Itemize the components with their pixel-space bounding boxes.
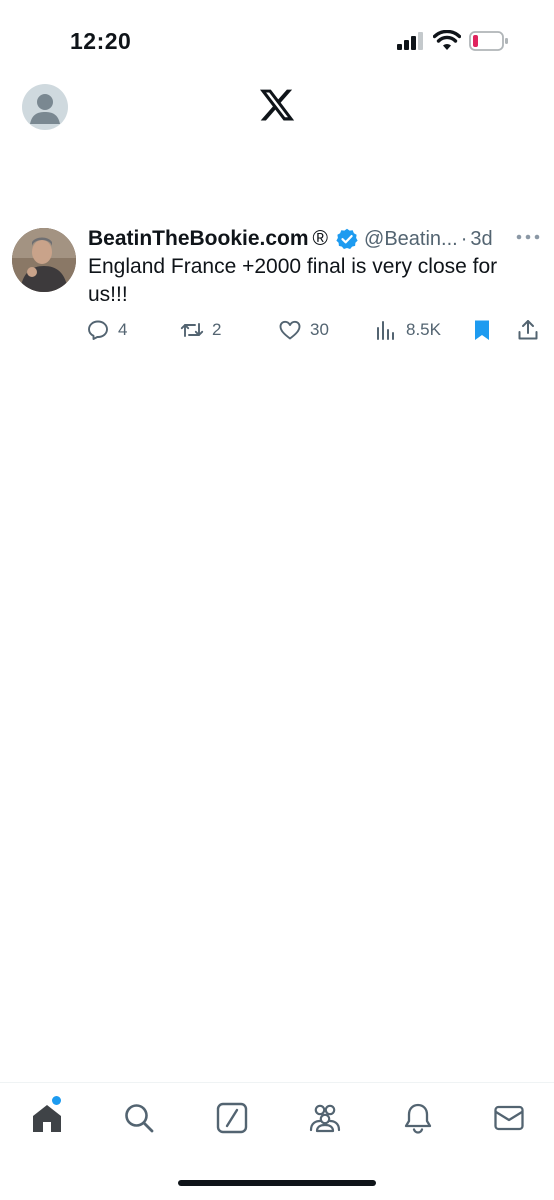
nav-notifications[interactable] [401, 1101, 435, 1135]
retweet-icon [180, 323, 204, 337]
share-icon [518, 320, 538, 340]
reply-icon [88, 320, 108, 340]
nav-communities[interactable] [308, 1101, 342, 1135]
search-icon [125, 1104, 154, 1133]
x-logo-icon [259, 89, 295, 121]
nav-home[interactable] [30, 1096, 64, 1135]
more-options-icon[interactable] [515, 228, 541, 246]
reply-button[interactable]: 4 [86, 316, 127, 344]
heart-icon [279, 320, 301, 340]
communities-icon [309, 1104, 341, 1133]
home-indicator[interactable] [178, 1180, 376, 1186]
tweet-text: England France +2000 final is very close… [88, 255, 498, 306]
profile-avatar-button[interactable] [22, 84, 68, 130]
bookmark-button[interactable] [470, 316, 494, 344]
author-photo [12, 228, 76, 292]
views-button[interactable]: 8.5K [374, 316, 441, 344]
wifi-icon [433, 30, 461, 50]
top-header [0, 80, 554, 140]
retweet-count: 2 [212, 320, 222, 339]
home-icon [33, 1105, 61, 1132]
views-count: 8.5K [406, 320, 441, 339]
tweet[interactable]: BeatinTheBookie.com ® @Beatin... · 3d En… [0, 220, 554, 360]
bell-icon [404, 1103, 432, 1134]
bookmark-filled-icon [475, 320, 489, 340]
tweet-timestamp[interactable]: 3d [470, 228, 492, 251]
nav-messages[interactable] [492, 1101, 526, 1135]
grok-icon [216, 1102, 248, 1134]
like-button[interactable]: 30 [278, 316, 329, 344]
author-handle[interactable]: @Beatin... [364, 228, 458, 251]
cellular-signal-icon [397, 32, 423, 50]
tweet-header: BeatinTheBookie.com ® @Beatin... · 3d [88, 224, 548, 254]
battery-icon [469, 31, 508, 51]
mail-icon [494, 1105, 524, 1131]
share-button[interactable] [516, 316, 540, 344]
nav-search[interactable] [122, 1101, 156, 1135]
home-new-content-dot [52, 1096, 61, 1105]
like-count: 30 [310, 320, 329, 339]
default-avatar-icon [30, 94, 60, 124]
status-bar: 12:20 [0, 0, 554, 80]
nav-grok[interactable] [215, 1101, 249, 1135]
tweet-author-avatar[interactable] [12, 228, 76, 292]
views-chart-icon [377, 321, 394, 340]
tweet-actions: 4 2 30 8.5K [86, 316, 546, 344]
verified-badge-icon [336, 228, 358, 249]
header-separator: · [460, 227, 468, 250]
author-display-name[interactable]: BeatinTheBookie.com [88, 227, 309, 251]
status-time: 12:20 [70, 28, 132, 54]
registered-mark: ® [312, 227, 329, 250]
retweet-button[interactable]: 2 [180, 316, 221, 344]
reply-count: 4 [118, 320, 128, 339]
